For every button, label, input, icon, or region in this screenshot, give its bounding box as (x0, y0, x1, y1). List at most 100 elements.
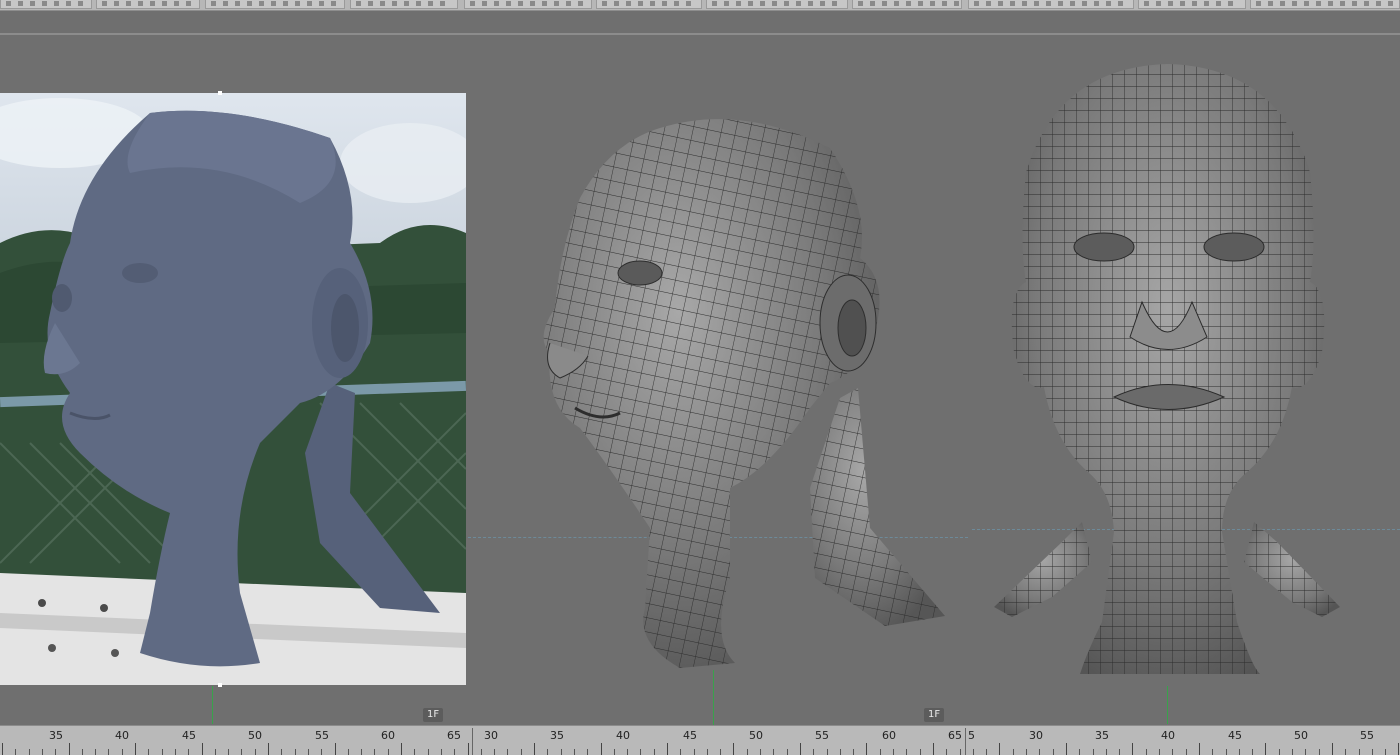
toolbar-icon[interactable] (1228, 1, 1233, 6)
toolbar-icon[interactable] (368, 1, 373, 6)
toolbar-icon[interactable] (674, 1, 679, 6)
toolbar-icon[interactable] (102, 1, 107, 6)
toolbar-icon[interactable] (295, 1, 300, 6)
toolbar-icon[interactable] (1204, 1, 1209, 6)
toolbar-icon[interactable] (882, 1, 887, 6)
toolbar-icon[interactable] (78, 1, 83, 6)
toolbar-icon[interactable] (1156, 1, 1161, 6)
toolbar-icon[interactable] (578, 1, 583, 6)
toolbar-icon[interactable] (1144, 1, 1149, 6)
toolbar-icon[interactable] (482, 1, 487, 6)
toolbar-icon[interactable] (554, 1, 559, 6)
toolbar-icon[interactable] (271, 1, 276, 6)
toolbar-icon[interactable] (662, 1, 667, 6)
toolbar-icon[interactable] (331, 1, 336, 6)
toolbar-icon[interactable] (784, 1, 789, 6)
toolbar-icon[interactable] (906, 1, 911, 6)
toolbar-icon[interactable] (54, 1, 59, 6)
toolbar-icon[interactable] (247, 1, 252, 6)
toolbar-icon[interactable] (748, 1, 753, 6)
toolbar-icon[interactable] (820, 1, 825, 6)
toolbar-icon[interactable] (470, 1, 475, 6)
toolbar-icon[interactable] (6, 1, 11, 6)
toolbar-icon[interactable] (686, 1, 691, 6)
frame-handle[interactable] (218, 91, 222, 95)
toolbar-icon[interactable] (614, 1, 619, 6)
toolbar-icon[interactable] (760, 1, 765, 6)
toolbar-icon[interactable] (518, 1, 523, 6)
toolbar-icon[interactable] (428, 1, 433, 6)
toolbar-icon[interactable] (1168, 1, 1173, 6)
toolbar-icon[interactable] (1352, 1, 1357, 6)
toolbar-icon[interactable] (1388, 1, 1393, 6)
wireframe-head-3-4-view[interactable] (540, 108, 950, 673)
toolbar-icon[interactable] (1058, 1, 1063, 6)
toolbar-icon[interactable] (18, 1, 23, 6)
toolbar-icon[interactable] (942, 1, 947, 6)
toolbar-icon[interactable] (1256, 1, 1261, 6)
toolbar-icon[interactable] (1106, 1, 1111, 6)
toolbar-icon[interactable] (1376, 1, 1381, 6)
toolbar-icon[interactable] (638, 1, 643, 6)
toolbar-icon[interactable] (380, 1, 385, 6)
toolbar-icon[interactable] (602, 1, 607, 6)
toolbar-icon[interactable] (930, 1, 935, 6)
toolbar-icon[interactable] (1010, 1, 1015, 6)
toolbar-icon[interactable] (1022, 1, 1027, 6)
toolbar-icon[interactable] (259, 1, 264, 6)
toolbar-icon[interactable] (894, 1, 899, 6)
toolbar-icon[interactable] (1082, 1, 1087, 6)
toolbar-icon[interactable] (66, 1, 71, 6)
toolbar-icon[interactable] (138, 1, 143, 6)
toolbar-icon[interactable] (1046, 1, 1051, 6)
toolbar-icon[interactable] (1268, 1, 1273, 6)
toolbar-icon[interactable] (796, 1, 801, 6)
toolbar-icon[interactable] (30, 1, 35, 6)
toolbar-icon[interactable] (186, 1, 191, 6)
toolbar-icon[interactable] (1328, 1, 1333, 6)
reference-image-plane[interactable] (0, 93, 466, 685)
toolbar-icon[interactable] (1292, 1, 1297, 6)
toolbar-icon[interactable] (392, 1, 397, 6)
toolbar-icon[interactable] (1118, 1, 1123, 6)
toolbar-icon[interactable] (235, 1, 240, 6)
toolbar-icon[interactable] (440, 1, 445, 6)
toolbar-icon[interactable] (650, 1, 655, 6)
toolbar-icon[interactable] (566, 1, 571, 6)
toolbar-icon[interactable] (404, 1, 409, 6)
toolbar-icon[interactable] (1364, 1, 1369, 6)
toolbar-icon[interactable] (1304, 1, 1309, 6)
toolbar-icon[interactable] (319, 1, 324, 6)
toolbar-icon[interactable] (506, 1, 511, 6)
toolbar-icon[interactable] (494, 1, 499, 6)
toolbar-icon[interactable] (1216, 1, 1221, 6)
toolbar-icon[interactable] (150, 1, 155, 6)
toolbar-icon[interactable] (858, 1, 863, 6)
toolbar-icon[interactable] (986, 1, 991, 6)
toolbar-icon[interactable] (283, 1, 288, 6)
toolbar-icon[interactable] (1280, 1, 1285, 6)
toolbar-icon[interactable] (1316, 1, 1321, 6)
timeline-ruler[interactable]: 35 40 45 50 55 60 65 30 35 40 45 50 55 6… (0, 725, 1400, 755)
toolbar-icon[interactable] (1034, 1, 1039, 6)
toolbar-icon[interactable] (126, 1, 131, 6)
toolbar-icon[interactable] (307, 1, 312, 6)
toolbar-icon[interactable] (1094, 1, 1099, 6)
wireframe-head-front-view[interactable] (992, 62, 1344, 687)
toolbar-icon[interactable] (211, 1, 216, 6)
toolbar-icon[interactable] (918, 1, 923, 6)
toolbar-icon[interactable] (870, 1, 875, 6)
toolbar-icon[interactable] (1070, 1, 1075, 6)
toolbar-icon[interactable] (772, 1, 777, 6)
toolbar-icon[interactable] (724, 1, 729, 6)
toolbar-icon[interactable] (808, 1, 813, 6)
toolbar-icon[interactable] (416, 1, 421, 6)
toolbar-icon[interactable] (998, 1, 1003, 6)
toolbar-icon[interactable] (542, 1, 547, 6)
toolbar-group[interactable] (96, 0, 200, 9)
toolbar-icon[interactable] (974, 1, 979, 6)
toolbar-icon[interactable] (954, 1, 959, 6)
toolbar-icon[interactable] (42, 1, 47, 6)
frame-handle[interactable] (218, 683, 222, 687)
toolbar-icon[interactable] (530, 1, 535, 6)
